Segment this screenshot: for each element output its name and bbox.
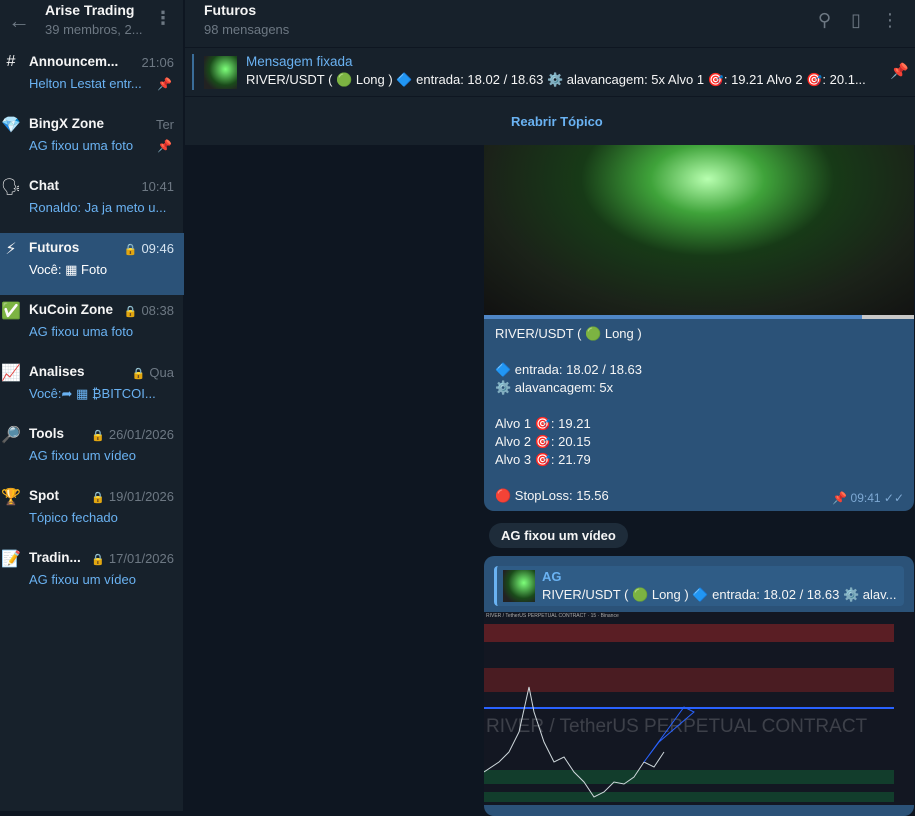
pin-icon: 📌 bbox=[157, 77, 172, 91]
lock-icon: 🔒 bbox=[91, 492, 105, 504]
lock-icon: 🔒 bbox=[123, 244, 138, 256]
topic-item[interactable]: ⚡ Futuros 🔒 09:46 Você: ▦ Foto bbox=[0, 233, 184, 295]
message-line bbox=[495, 343, 903, 361]
pinned-message-bar[interactable]: Mensagem fixada RIVER/USDT ( 🟢 Long ) 🔷 … bbox=[185, 47, 915, 96]
topic-item[interactable]: 📝 Tradin... 🔒 17/01/2026 AG fixou um víde… bbox=[0, 543, 184, 605]
topic-name: Analises bbox=[29, 364, 85, 379]
topic-time: 09:46 bbox=[141, 241, 174, 256]
topic-icon: # bbox=[6, 53, 16, 70]
message-line: ⚙️ alavancagem: 5x bbox=[495, 380, 614, 395]
message-bubble[interactable]: RIVER/USDT ( 🟢 Long ) 🔷 entrada: 18.02 / … bbox=[484, 145, 914, 511]
search-icon[interactable]: ⚲ bbox=[818, 10, 831, 31]
message-line: RIVER/USDT ( 🟢 Long ) bbox=[495, 326, 642, 341]
reopen-topic-bar: Reabrir Tópico bbox=[185, 96, 915, 145]
more-menu-icon[interactable]: ⋮ bbox=[154, 8, 172, 29]
message-line: Alvo 3 🎯: 21.79 bbox=[495, 452, 591, 467]
topic-icon: 🏆 bbox=[1, 489, 21, 506]
message-line: Alvo 1 🎯: 19.21 bbox=[495, 416, 591, 431]
chat-title: Futuros bbox=[204, 2, 257, 18]
topic-name: BingX Zone bbox=[29, 116, 104, 131]
lock-icon: 🔒 bbox=[131, 368, 146, 380]
reply-quote[interactable]: AG RIVER/USDT ( 🟢 Long ) 🔷 entrada: 18.0… bbox=[494, 566, 904, 606]
service-message: AG fixou um vídeo bbox=[489, 523, 628, 548]
topic-icon: 💎 bbox=[1, 117, 21, 134]
read-checks-icon: ✓✓ bbox=[883, 491, 904, 505]
reply-thumbnail bbox=[503, 570, 535, 602]
topic-preview: Helton Lestat entr... bbox=[29, 76, 142, 91]
lock-icon: 🔒 bbox=[91, 430, 105, 442]
topic-time: 21:06 bbox=[141, 55, 174, 70]
topic-preview: AG fixou uma foto bbox=[29, 324, 134, 339]
topic-icon: ✅ bbox=[1, 303, 21, 320]
topic-name: Tools bbox=[29, 426, 64, 441]
chat-subtitle: 98 mensagens bbox=[204, 22, 290, 37]
topic-name: Announcem... bbox=[29, 54, 119, 69]
topic-icon: 📈 bbox=[1, 365, 21, 382]
pinned-indicator bbox=[192, 54, 194, 90]
group-title: Arise Trading bbox=[45, 2, 135, 18]
topic-preview: Ronaldo: Ja ja meto u... bbox=[29, 200, 167, 215]
pinned-list-icon[interactable]: 📌 bbox=[890, 62, 909, 80]
topic-icon: 🗣 bbox=[0, 179, 22, 196]
topic-item[interactable]: ✅ KuCoin Zone 🔒 08:38 AG fixou uma foto bbox=[0, 295, 184, 357]
pin-icon: 📌 bbox=[832, 491, 848, 505]
topic-time: 26/01/2026 bbox=[108, 427, 174, 442]
reply-author: AG bbox=[542, 569, 562, 584]
price-candles bbox=[484, 686, 695, 798]
topic-item[interactable]: 🗣 Chat 10:41 Ronaldo: Ja ja meto u... bbox=[0, 171, 184, 233]
topic-icon: 🔎 bbox=[1, 427, 21, 444]
topic-preview: AG fixou um vídeo bbox=[29, 572, 136, 587]
topic-name: Futuros bbox=[29, 240, 80, 255]
topic-time: 17/01/2026 bbox=[108, 551, 174, 566]
reply-text: RIVER/USDT ( 🟢 Long ) 🔷 entrada: 18.02 /… bbox=[542, 587, 897, 602]
topic-name: Tradin... bbox=[29, 550, 81, 565]
topic-item[interactable]: 🔎 Tools 🔒 26/01/2026 AG fixou um vídeo bbox=[0, 419, 184, 481]
topic-preview: Você: ▦ Foto bbox=[29, 262, 108, 277]
topic-preview: Tópico fechado bbox=[29, 510, 118, 525]
group-subtitle: 39 membros, 2... bbox=[45, 22, 143, 37]
topics-sidebar: ← Arise Trading 39 membros, 2... ⋮ # Ann… bbox=[0, 0, 184, 811]
message-photo[interactable] bbox=[484, 145, 914, 315]
message-text: RIVER/USDT ( 🟢 Long ) 🔷 entrada: 18.02 / … bbox=[484, 319, 914, 511]
topic-item[interactable]: 🏆 Spot 🔒 19/01/2026 Tópico fechado bbox=[0, 481, 184, 543]
back-arrow-icon[interactable]: ← bbox=[8, 8, 30, 34]
topic-preview: Você:➦ ▦ ₿BITCOI... bbox=[29, 386, 156, 401]
topic-name: KuCoin Zone bbox=[29, 302, 113, 317]
pin-icon: 📌 bbox=[157, 139, 172, 153]
message-line: Alvo 2 🎯: 20.15 bbox=[495, 434, 591, 449]
topic-time: Qua bbox=[149, 365, 174, 380]
topic-item[interactable]: # Announcem... 21:06 Helton Lestat entr.… bbox=[0, 47, 184, 109]
pinned-label: Mensagem fixada bbox=[246, 54, 353, 69]
topic-name: Chat bbox=[29, 178, 59, 193]
sidebar-toggle-icon[interactable]: ▯ bbox=[851, 10, 861, 31]
chat-header: Futuros 98 mensagens ⚲ ▯ ⋮ bbox=[185, 0, 915, 47]
topic-icon: 📝 bbox=[1, 551, 21, 568]
topic-time: Ter bbox=[155, 117, 174, 132]
topic-item[interactable]: 💎 BingX Zone Ter AG fixou uma foto 📌 bbox=[0, 109, 184, 171]
sidebar-header: ← Arise Trading 39 membros, 2... ⋮ bbox=[0, 0, 183, 47]
topic-name: Spot bbox=[29, 488, 59, 503]
pinned-text: RIVER/USDT ( 🟢 Long ) 🔷 entrada: 18.02 /… bbox=[246, 72, 866, 87]
lock-icon: 🔒 bbox=[91, 554, 105, 566]
lock-icon: 🔒 bbox=[123, 306, 138, 318]
topic-time: 10:41 bbox=[141, 179, 174, 194]
topic-preview: AG fixou um vídeo bbox=[29, 448, 136, 463]
message-time: 09:41 bbox=[850, 491, 881, 505]
message-line bbox=[495, 397, 903, 415]
message-line bbox=[495, 469, 903, 487]
pinned-thumbnail bbox=[204, 56, 237, 89]
reopen-topic-button[interactable]: Reabrir Tópico bbox=[511, 114, 603, 129]
message-line: 🔷 entrada: 18.02 / 18.63 bbox=[495, 362, 643, 377]
topic-preview: AG fixou uma foto bbox=[29, 138, 134, 153]
topic-icon: ⚡ bbox=[5, 241, 17, 258]
topic-time: 08:38 bbox=[141, 303, 174, 318]
topic-time: 19/01/2026 bbox=[108, 489, 174, 504]
more-icon[interactable]: ⋮ bbox=[881, 10, 899, 31]
topic-item[interactable]: 📈 Analises 🔒 Qua Você:➦ ▦ ₿BITCOI... bbox=[0, 357, 184, 419]
message-bubble[interactable]: AG RIVER/USDT ( 🟢 Long ) 🔷 entrada: 18.0… bbox=[484, 556, 914, 816]
chart-video[interactable]: RIVER / TetherUS PERPETUAL CONTRACT · 15… bbox=[484, 612, 914, 805]
